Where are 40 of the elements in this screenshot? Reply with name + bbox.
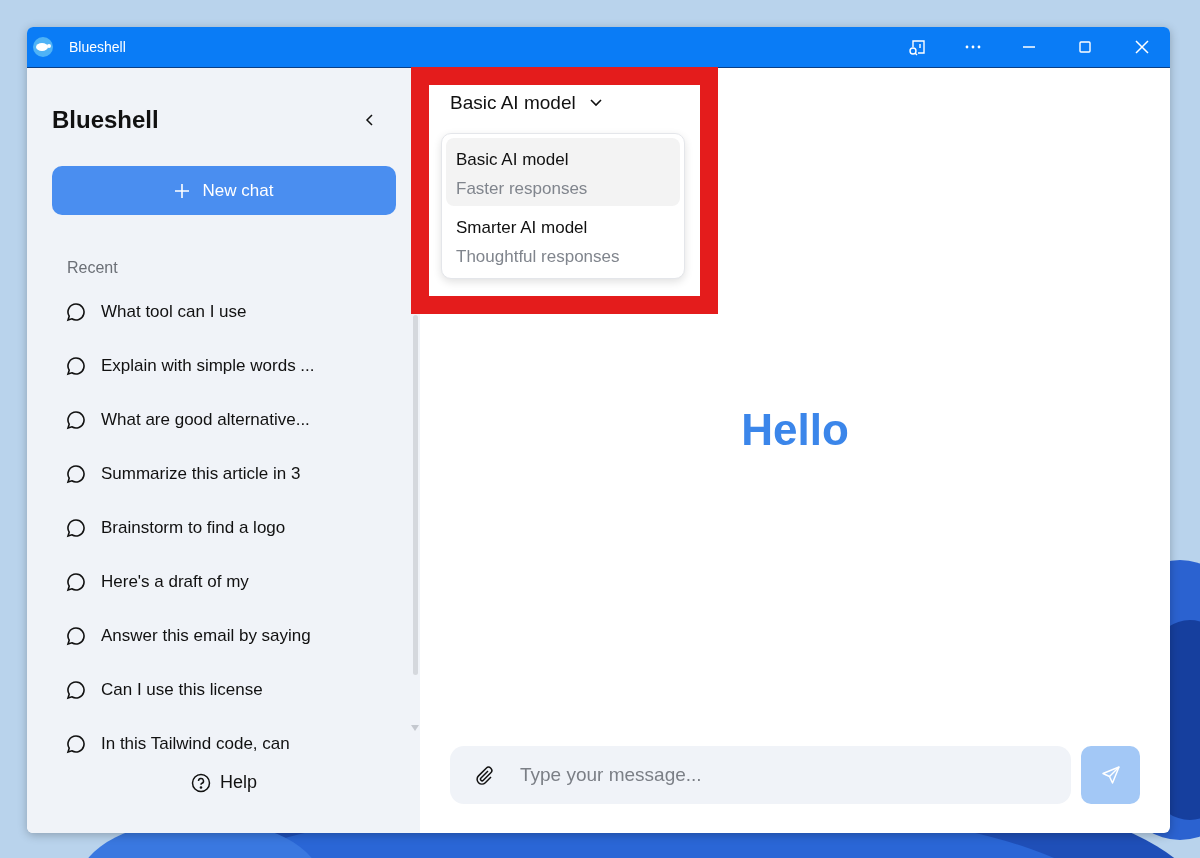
section-label: Recent — [67, 259, 119, 278]
message-input[interactable]: Type your message... — [518, 763, 1071, 787]
message-field[interactable]: Type your message... — [450, 746, 1071, 804]
help-button[interactable]: Help — [191, 772, 258, 793]
send-icon — [1100, 765, 1121, 785]
chat-bubble-icon — [66, 518, 86, 538]
sidebar-title: Blueshell — [52, 106, 159, 134]
chat-bubble-icon — [66, 734, 86, 754]
help-icon — [191, 772, 211, 793]
chat-history-item[interactable]: Brainstorm to find a logo — [52, 501, 406, 555]
chat-bubble-icon — [66, 572, 86, 592]
scrollbar[interactable] — [413, 315, 418, 675]
chat-history-item[interactable]: Here's a draft of my — [52, 555, 406, 609]
model-option[interactable]: Smarter AI model Thoughtful responses — [446, 206, 680, 274]
chat-bubble-icon — [66, 626, 86, 646]
scroll-down-icon[interactable] — [411, 725, 419, 731]
chat-bubble-icon — [66, 356, 86, 376]
model-option[interactable]: Basic AI model Faster responses — [446, 138, 680, 206]
chat-history-item[interactable]: Summarize this article in 3 — [52, 447, 406, 501]
plus-icon — [174, 183, 189, 198]
chat-history-item[interactable]: Explain with simple words ... — [52, 339, 406, 393]
chat-history-item[interactable]: In this Tailwind code, can — [52, 717, 406, 759]
chat-history-item[interactable]: What tool can I use — [52, 285, 406, 339]
chat-history-item[interactable]: Can I use this license — [52, 663, 406, 717]
chat-history-item[interactable]: What are good alternative... — [52, 393, 406, 447]
chat-bubble-icon — [66, 680, 86, 700]
option-name: Smarter AI model — [456, 218, 589, 238]
window-title: Blueshell — [69, 39, 126, 55]
greeting: Hello — [741, 405, 849, 455]
model-dropdown[interactable]: Basic AI model — [450, 92, 602, 114]
option-description: Faster responses — [456, 179, 589, 199]
paperclip-icon[interactable] — [474, 765, 494, 785]
chat-history-item[interactable]: Answer this email by saying — [52, 609, 406, 663]
option-name: Basic AI model — [456, 150, 570, 170]
option-description: Thoughtful responses — [456, 247, 621, 267]
send-button[interactable] — [1081, 746, 1140, 804]
chat-bubble-icon — [66, 302, 86, 322]
chat-bubble-icon — [66, 464, 86, 484]
chevron-left-icon[interactable] — [364, 114, 376, 126]
chat-bubble-icon — [66, 410, 86, 430]
